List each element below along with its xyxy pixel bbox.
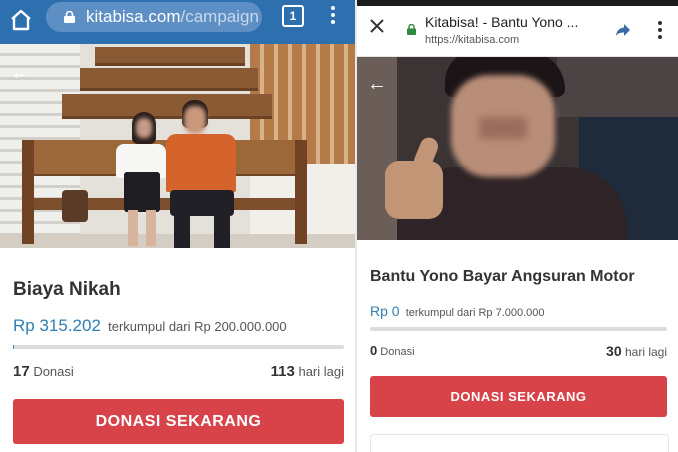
- campaign-photo: ←: [0, 44, 355, 248]
- lock-icon: [64, 11, 75, 23]
- progress-bar: [13, 345, 344, 349]
- address-bar[interactable]: kitabisa.com/campaign: [46, 2, 262, 32]
- left-screenshot: kitabisa.com/campaign 1 ← Biaya Nikah Rp…: [0, 0, 355, 452]
- lock-icon: [407, 24, 416, 35]
- progress-fill: [13, 345, 14, 349]
- close-icon[interactable]: [369, 18, 385, 34]
- page-url: https://kitabisa.com: [425, 34, 520, 46]
- url-path: /campaign: [180, 7, 259, 26]
- page-title: Kitabisa! - Bantu Yono ...: [425, 14, 579, 30]
- raised-target-text: terkumpul dari Rp 7.000.000: [405, 307, 545, 319]
- browser-toolbar: kitabisa.com/campaign 1: [0, 0, 355, 44]
- days-remaining: 30 hari lagi: [606, 343, 667, 359]
- url-domain: kitabisa.com: [86, 7, 181, 26]
- progress-bar: [370, 327, 667, 331]
- campaign-photo: ←: [357, 57, 678, 240]
- raised-summary: Rp 315.202 terkumpul dari Rp 200.000.000: [13, 316, 287, 336]
- next-card: [370, 434, 669, 452]
- raised-amount: Rp 0: [370, 303, 400, 319]
- donate-now-button[interactable]: DONASI SEKARANG: [370, 376, 667, 417]
- donate-now-button[interactable]: DONASI SEKARANG: [13, 399, 344, 444]
- donation-count: 0 Donasi: [370, 343, 415, 358]
- home-icon[interactable]: [9, 8, 33, 32]
- thumbs-up-hand: [385, 161, 443, 219]
- back-arrow-icon[interactable]: ←: [10, 62, 30, 85]
- campaign-title: Biaya Nikah: [13, 279, 121, 300]
- right-screenshot: Kitabisa! - Bantu Yono ... https://kitab…: [357, 0, 678, 452]
- donation-count: 17 Donasi: [13, 363, 74, 380]
- raised-summary: Rp 0 terkumpul dari Rp 7.000.000: [370, 303, 545, 319]
- more-menu-icon[interactable]: [331, 6, 335, 27]
- more-menu-icon[interactable]: [658, 21, 662, 42]
- tab-switcher-button[interactable]: 1: [282, 5, 304, 27]
- campaign-title: Bantu Yono Bayar Angsuran Motor: [370, 268, 635, 285]
- share-icon[interactable]: [615, 23, 631, 37]
- raised-target-text: terkumpul dari Rp 200.000.000: [108, 319, 287, 334]
- custom-tab-toolbar: Kitabisa! - Bantu Yono ... https://kitab…: [357, 6, 678, 57]
- raised-amount: Rp 315.202: [13, 316, 101, 335]
- url-text: kitabisa.com/campaign: [86, 7, 259, 27]
- days-remaining: 113 hari lagi: [270, 363, 344, 380]
- back-arrow-icon[interactable]: ←: [367, 73, 387, 96]
